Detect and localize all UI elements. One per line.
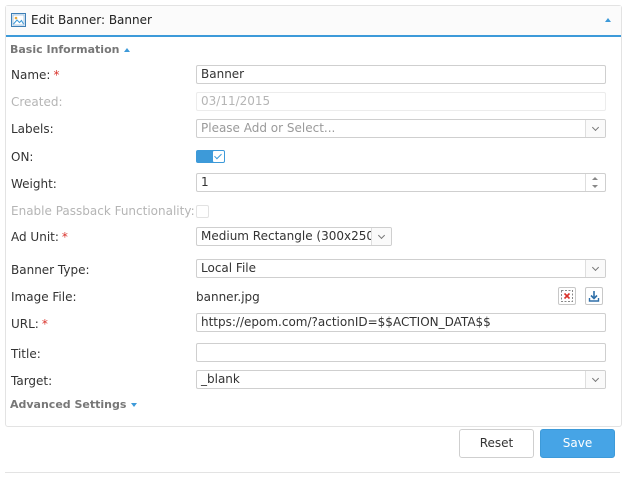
advanced-settings-toggle[interactable]: Advanced Settings — [10, 398, 138, 411]
target-select[interactable]: _blank — [196, 370, 606, 389]
target-label: Target: — [11, 374, 53, 388]
chevron-down-icon — [591, 123, 600, 132]
weight-label: Weight: — [11, 177, 57, 191]
weight-stepper[interactable] — [585, 174, 605, 191]
panel-header: Edit Banner: Banner — [6, 6, 621, 37]
delete-file-icon — [561, 290, 573, 302]
name-label: Name: * — [11, 68, 59, 82]
image-file-label: Image File: — [11, 290, 77, 304]
weight-input[interactable]: 1 — [196, 173, 606, 192]
toggle-knob — [213, 151, 224, 162]
banner-type-value: Local File — [201, 261, 256, 275]
caret-up-icon — [124, 48, 131, 52]
collapse-panel-icon[interactable] — [605, 18, 611, 22]
decrement-icon[interactable] — [592, 185, 598, 188]
banner-type-dropdown-button[interactable] — [585, 260, 605, 277]
title-label: Title: — [11, 347, 41, 361]
image-icon — [11, 13, 26, 27]
ad-unit-dropdown-button[interactable] — [371, 228, 391, 245]
banner-type-label: Banner Type: — [11, 263, 90, 277]
labels-label: Labels: — [11, 122, 54, 136]
ad-unit-label: Ad Unit: * — [11, 230, 68, 244]
created-label: Created: — [11, 95, 63, 109]
delete-file-button[interactable] — [558, 287, 576, 305]
edit-banner-panel: Edit Banner: Banner Basic Information Na… — [5, 5, 622, 427]
on-label: ON: — [11, 150, 34, 164]
on-toggle[interactable] — [196, 150, 225, 163]
next-panel-edge — [5, 472, 620, 478]
banner-type-select[interactable]: Local File — [196, 259, 606, 278]
chevron-down-icon — [377, 231, 386, 240]
advanced-settings-label: Advanced Settings — [10, 398, 127, 411]
ad-unit-value: Medium Rectangle (300x250) — [201, 229, 379, 243]
ad-unit-select[interactable]: Medium Rectangle (300x250) — [196, 227, 392, 246]
checkmark-icon — [214, 151, 222, 160]
required-mark: * — [61, 230, 68, 244]
ad-unit-label-text: Ad Unit: — [11, 230, 59, 244]
weight-value: 1 — [201, 175, 209, 189]
name-label-text: Name: — [11, 68, 51, 82]
increment-icon[interactable] — [592, 177, 598, 180]
reset-button[interactable]: Reset — [459, 429, 534, 458]
panel-title: Edit Banner: Banner — [31, 13, 152, 27]
title-input[interactable] — [196, 343, 606, 362]
image-file-name: banner.jpg — [196, 290, 260, 304]
target-dropdown-button[interactable] — [585, 371, 605, 388]
name-input[interactable]: Banner — [196, 65, 606, 84]
url-label-text: URL: — [11, 317, 39, 331]
created-input: 03/11/2015 — [196, 92, 606, 111]
save-button[interactable]: Save — [540, 429, 615, 458]
basic-information-label: Basic Information — [10, 43, 120, 56]
required-mark: * — [41, 317, 48, 331]
labels-select[interactable]: Please Add or Select... — [196, 119, 606, 138]
chevron-down-icon — [591, 263, 600, 272]
basic-information-toggle[interactable]: Basic Information — [10, 43, 131, 56]
required-mark: * — [53, 68, 60, 82]
labels-dropdown-button[interactable] — [585, 120, 605, 137]
chevron-down-icon — [591, 374, 600, 383]
passback-label: Enable Passback Functionality: — [11, 204, 195, 218]
url-label: URL: * — [11, 317, 48, 331]
caret-down-icon — [131, 403, 138, 407]
url-input[interactable]: https://epom.com/?actionID=$$ACTION_DATA… — [196, 313, 606, 332]
labels-placeholder: Please Add or Select... — [201, 121, 336, 135]
download-file-button[interactable] — [585, 287, 603, 305]
download-icon — [588, 291, 600, 302]
target-value: _blank — [201, 372, 240, 386]
passback-checkbox — [196, 205, 209, 218]
